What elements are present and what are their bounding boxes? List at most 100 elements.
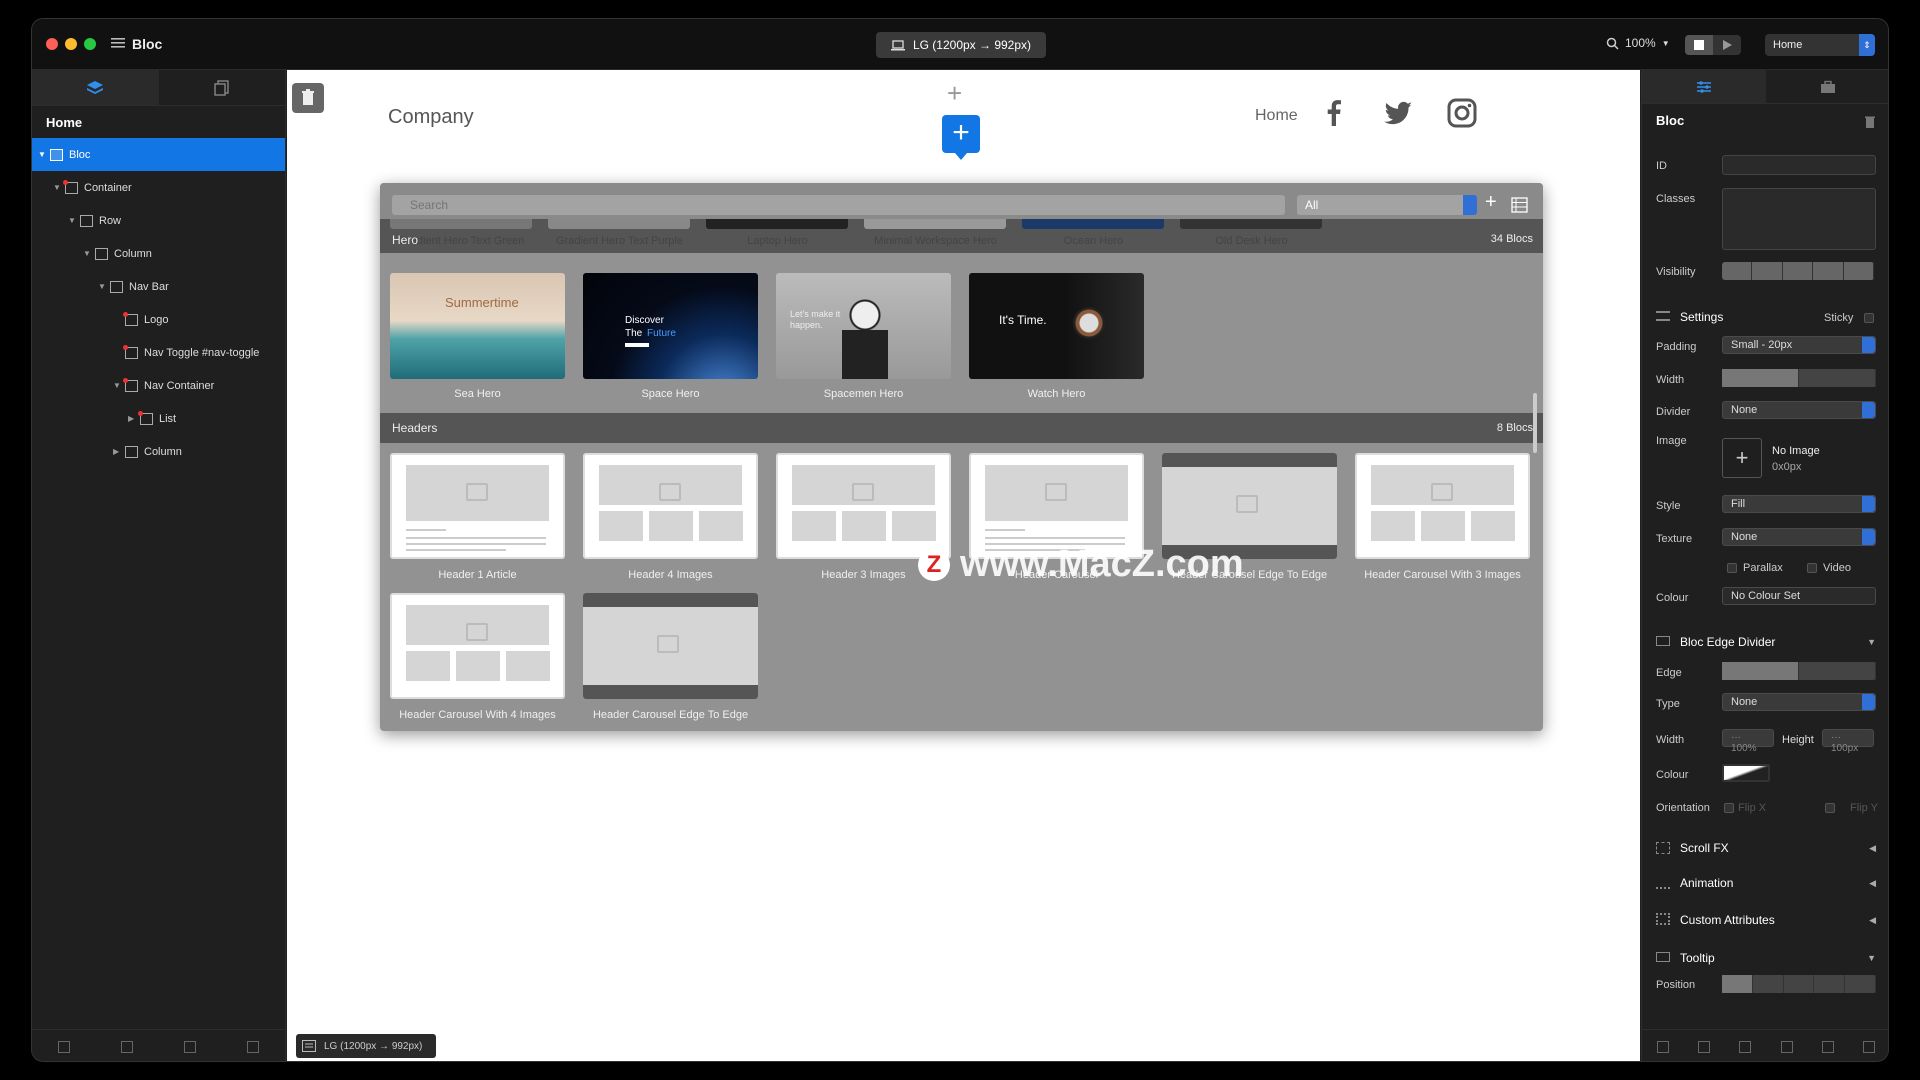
layer-item[interactable]: ▼ Column (32, 237, 285, 270)
layer-item[interactable]: Nav Toggle #nav-toggle (32, 336, 285, 369)
hero-thumbnail-cropped[interactable] (548, 219, 690, 229)
tab-properties[interactable] (1642, 70, 1766, 103)
hero-thumbnail-cropped[interactable] (1022, 219, 1164, 229)
chevron-down-icon[interactable]: ▼ (1867, 953, 1876, 963)
device-size-button[interactable]: LG (1200px → 992px) (876, 32, 1046, 58)
hero-thumbnail-cropped[interactable] (864, 219, 1006, 229)
chevron-left-icon[interactable]: ◀ (1869, 878, 1876, 889)
visibility-desktop-icon[interactable] (1722, 262, 1753, 280)
hamburger-menu-icon[interactable] (110, 35, 126, 51)
design-canvas[interactable]: Company + + Home All + Gradient Hero Tex… (287, 70, 1640, 1061)
flip-y-checkbox[interactable] (1825, 803, 1835, 813)
classes-input[interactable] (1722, 188, 1876, 250)
add-bloc-above-icon[interactable]: + (947, 78, 962, 109)
tooltip-section-title[interactable]: Tooltip (1680, 951, 1715, 965)
texture-select[interactable]: None (1722, 528, 1876, 546)
disclosure-triangle-icon[interactable]: ▼ (98, 282, 110, 291)
library-filter-select[interactable]: All (1297, 195, 1477, 215)
tooltip-position-toggle[interactable] (1722, 975, 1876, 993)
hero-thumbnail-cropped[interactable] (390, 219, 532, 229)
type-select[interactable]: None (1722, 693, 1876, 711)
add-custom-bloc-icon[interactable]: + (1485, 191, 1497, 214)
edge-top-icon[interactable] (1722, 662, 1799, 680)
chart-icon[interactable] (1739, 1040, 1752, 1053)
layer-item[interactable]: ▼ Container (32, 171, 285, 204)
animation-section-title[interactable]: Animation (1680, 876, 1733, 890)
disclosure-triangle-icon[interactable]: ▼ (83, 249, 95, 258)
minimize-window-button[interactable] (65, 38, 77, 50)
custom-attributes-section-title[interactable]: Custom Attributes (1680, 913, 1775, 927)
parallax-checkbox[interactable] (1727, 563, 1737, 573)
twitter-icon[interactable] (1381, 96, 1415, 130)
trash-icon[interactable] (1864, 115, 1876, 128)
layer-item[interactable]: ▼ Nav Bar (32, 270, 285, 303)
width-contained-icon[interactable] (1722, 369, 1799, 387)
disclosure-triangle-icon[interactable]: ▼ (38, 150, 50, 159)
list-icon[interactable] (57, 1040, 70, 1053)
columns-icon[interactable] (184, 1040, 197, 1053)
visibility-toggles[interactable] (1722, 262, 1875, 280)
preview-toggle[interactable] (1685, 35, 1741, 55)
style-select[interactable]: Fill (1722, 495, 1876, 513)
add-image-button[interactable]: + (1722, 438, 1762, 478)
header-thumbnail[interactable] (390, 453, 565, 559)
header-thumbnail[interactable] (390, 593, 565, 699)
zoom-control[interactable]: 100% ▼ (1606, 36, 1670, 50)
edge-toggle[interactable] (1722, 662, 1876, 680)
flip-x-checkbox[interactable] (1724, 803, 1734, 813)
tab-layers[interactable] (32, 70, 159, 105)
hero-thumbnail-cropped[interactable] (1180, 219, 1322, 229)
hero-thumbnail[interactable]: It's Time. (969, 273, 1144, 379)
position-none-icon[interactable] (1722, 975, 1753, 993)
document-icon[interactable] (1821, 1040, 1834, 1053)
chevron-left-icon[interactable]: ◀ (1869, 915, 1876, 926)
padding-select[interactable]: Small - 20px (1722, 336, 1876, 354)
columns-icon[interactable] (1863, 1040, 1876, 1053)
scroll-fx-section-title[interactable]: Scroll FX (1680, 841, 1729, 855)
tab-pages[interactable] (159, 70, 286, 105)
video-checkbox[interactable] (1807, 563, 1817, 573)
layer-item[interactable]: Logo (32, 303, 285, 336)
edge-height-input[interactable]: ··· 100px (1822, 729, 1874, 754)
library-scrollbar[interactable] (1533, 393, 1537, 453)
disclosure-triangle-icon[interactable]: ▼ (68, 216, 80, 225)
tab-assets[interactable] (1766, 70, 1888, 103)
position-top-icon[interactable] (1753, 975, 1784, 993)
library-search-input[interactable] (392, 195, 1285, 215)
visibility-tablet-icon[interactable] (1752, 262, 1783, 280)
close-window-button[interactable] (46, 38, 58, 50)
list-icon[interactable] (1780, 1040, 1793, 1053)
trash-icon[interactable] (247, 1040, 260, 1053)
zoom-window-button[interactable] (84, 38, 96, 50)
play-icon[interactable] (1723, 40, 1732, 50)
layer-item[interactable]: ▶ Column (32, 435, 285, 468)
edge-width-input[interactable]: ··· 100% (1722, 729, 1774, 754)
position-left-icon[interactable] (1845, 975, 1876, 993)
nav-link-home[interactable]: Home (1255, 107, 1298, 125)
visibility-mobile-icon[interactable] (1813, 262, 1844, 280)
position-right-icon[interactable] (1784, 975, 1815, 993)
edge-divider-section-title[interactable]: Bloc Edge Divider (1680, 635, 1775, 649)
edge-colour-swatch[interactable] (1722, 764, 1770, 782)
layer-item[interactable]: ▼ Row (32, 204, 285, 237)
visibility-tablet-portrait-icon[interactable] (1783, 262, 1814, 280)
divider-select[interactable]: None (1722, 401, 1876, 419)
eye-icon[interactable] (1844, 262, 1875, 280)
hero-thumbnail[interactable]: Summertime (390, 273, 565, 379)
code-icon[interactable] (1656, 1040, 1669, 1053)
layer-item[interactable]: ▼ Nav Container (32, 369, 285, 402)
hero-thumbnail[interactable]: Let's make it happen. (776, 273, 951, 379)
image-icon[interactable] (1697, 1040, 1710, 1053)
instagram-icon[interactable] (1445, 96, 1479, 130)
stop-icon[interactable] (1685, 35, 1713, 55)
delete-bloc-button[interactable] (292, 83, 324, 113)
chevron-down-icon[interactable]: ▼ (1867, 637, 1876, 647)
bottom-device-indicator[interactable]: LG (1200px → 992px) (296, 1034, 436, 1058)
header-thumbnail[interactable] (583, 453, 758, 559)
layer-item[interactable]: ▶ List (32, 402, 285, 435)
hero-thumbnail-cropped[interactable] (706, 219, 848, 229)
split-icon[interactable] (120, 1040, 133, 1053)
company-logo-text[interactable]: Company (388, 106, 474, 129)
width-toggle[interactable] (1722, 369, 1876, 387)
facebook-icon[interactable] (1317, 96, 1351, 130)
